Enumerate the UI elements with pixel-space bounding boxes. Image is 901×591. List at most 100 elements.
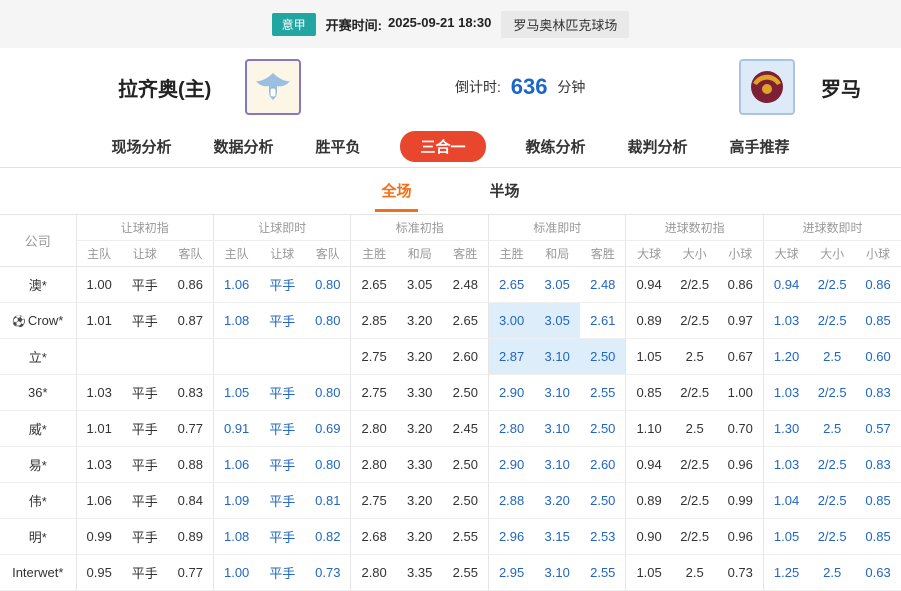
odds-cell: 1.05 [213, 375, 259, 411]
sub-tab-half-match[interactable]: 半场 [484, 170, 526, 212]
nav-tab-live-analysis[interactable]: 现场分析 [109, 132, 173, 161]
group-header: 进球数初指 [626, 215, 763, 241]
odds-cell: 0.70 [718, 411, 764, 447]
group-header: 让球即时 [213, 215, 350, 241]
odds-cell: 2/2.5 [809, 519, 855, 555]
company-name[interactable]: 澳* [0, 267, 76, 303]
odds-cell: 2.50 [443, 375, 489, 411]
nav-tab-three-in-one[interactable]: 三合一 [400, 131, 485, 162]
odds-row: 易*1.03平手0.881.06平手0.802.803.302.502.903.… [0, 447, 901, 483]
odds-cell: 2.48 [443, 267, 489, 303]
sub-tab-full-match[interactable]: 全场 [375, 170, 417, 212]
odds-cell: 2.65 [443, 303, 489, 339]
nav-tab-coach-analysis[interactable]: 教练分析 [524, 132, 588, 161]
odds-cell: 2.80 [351, 447, 397, 483]
odds-cell: 3.35 [397, 555, 443, 591]
odds-cell: 0.85 [855, 519, 901, 555]
sub-header: 大小 [672, 241, 718, 267]
kickoff-info: 开赛时间: 2025-09-21 18:30 [326, 15, 492, 34]
sub-header: 让球 [259, 241, 305, 267]
odds-cell: 0.77 [168, 555, 214, 591]
company-name[interactable]: Interwet* [0, 555, 76, 591]
odds-cell: 2/2.5 [809, 267, 855, 303]
home-team-name: 拉齐奥(主) [118, 73, 211, 102]
away-team-name: 罗马 [821, 73, 861, 102]
odds-cell: 1.20 [763, 339, 809, 375]
nav-tab-data-analysis[interactable]: 数据分析 [211, 132, 275, 161]
company-name[interactable]: 易* [0, 447, 76, 483]
odds-cell: 1.25 [763, 555, 809, 591]
odds-cell: 0.81 [305, 483, 351, 519]
sub-header: 让球 [122, 241, 168, 267]
odds-cell: 2/2.5 [809, 447, 855, 483]
odds-cell: 2.55 [443, 519, 489, 555]
company-name[interactable]: 立* [0, 339, 76, 375]
odds-cell: 平手 [259, 519, 305, 555]
odds-cell: 2.5 [809, 339, 855, 375]
company-name[interactable]: 威* [0, 411, 76, 447]
odds-cell: 3.10 [534, 339, 580, 375]
odds-cell: 2.53 [580, 519, 626, 555]
sub-header-row: 主队让球客队主队让球客队主胜和局客胜主胜和局客胜大球大小小球大球大小小球 [0, 241, 901, 267]
company-name[interactable]: ⚽Crow* [0, 303, 76, 339]
company-name[interactable]: 明* [0, 519, 76, 555]
odds-cell: 2.75 [351, 483, 397, 519]
odds-cell: 平手 [259, 375, 305, 411]
odds-cell: 0.73 [305, 555, 351, 591]
team-header: 拉齐奥(主) 倒计时: 636 分钟 罗马 [0, 48, 901, 126]
odds-cell [76, 339, 122, 375]
odds-cell: 2.90 [488, 375, 534, 411]
sub-header: 客胜 [580, 241, 626, 267]
odds-cell: 3.10 [534, 555, 580, 591]
odds-cell: 0.60 [855, 339, 901, 375]
odds-cell: 3.10 [534, 375, 580, 411]
nav-tab-win-draw-loss[interactable]: 胜平负 [313, 132, 362, 161]
match-info-bar: 意甲 开赛时间: 2025-09-21 18:30 罗马奥林匹克球场 [0, 0, 901, 48]
odds-cell: 0.82 [305, 519, 351, 555]
company-column-header: 公司 [0, 215, 76, 267]
odds-cell: 平手 [259, 267, 305, 303]
odds-table-body: 澳*1.00平手0.861.06平手0.802.653.052.482.653.… [0, 267, 901, 591]
odds-cell: 1.05 [626, 555, 672, 591]
sub-header: 主队 [76, 241, 122, 267]
odds-cell: 2.5 [672, 339, 718, 375]
company-name[interactable]: 36* [0, 375, 76, 411]
odds-cell: 0.94 [626, 267, 672, 303]
sub-header: 和局 [534, 241, 580, 267]
odds-cell: 平手 [259, 447, 305, 483]
odds-cell: 0.80 [305, 267, 351, 303]
odds-cell: 2.90 [488, 447, 534, 483]
odds-cell: 1.05 [763, 519, 809, 555]
odds-cell: 3.05 [534, 303, 580, 339]
company-name[interactable]: 伟* [0, 483, 76, 519]
nav-tabs: 现场分析 数据分析 胜平负 三合一 教练分析 裁判分析 高手推荐 [0, 126, 901, 168]
odds-cell: 3.20 [397, 483, 443, 519]
odds-cell: 1.01 [76, 303, 122, 339]
odds-cell: 1.00 [718, 375, 764, 411]
odds-cell: 1.08 [213, 519, 259, 555]
nav-tab-expert-picks[interactable]: 高手推荐 [728, 132, 792, 161]
odds-cell: 0.94 [763, 267, 809, 303]
odds-cell: 平手 [122, 375, 168, 411]
sub-header: 主胜 [488, 241, 534, 267]
odds-cell: 2.65 [351, 267, 397, 303]
away-team-logo [739, 59, 795, 115]
odds-cell [122, 339, 168, 375]
kickoff-time: 2025-09-21 18:30 [388, 15, 491, 34]
odds-cell: 3.05 [397, 267, 443, 303]
odds-cell: 2/2.5 [672, 519, 718, 555]
odds-cell: 0.96 [718, 519, 764, 555]
odds-cell: 1.10 [626, 411, 672, 447]
nav-tab-referee-analysis[interactable]: 裁判分析 [626, 132, 690, 161]
odds-cell: 1.04 [763, 483, 809, 519]
odds-table: 公司让球初指让球即时标准初指标准即时进球数初指进球数即时 主队让球客队主队让球客… [0, 214, 901, 591]
odds-cell: 0.67 [718, 339, 764, 375]
odds-cell: 平手 [122, 483, 168, 519]
odds-cell: 0.83 [855, 447, 901, 483]
odds-cell: 2.48 [580, 267, 626, 303]
odds-cell: 0.87 [168, 303, 214, 339]
odds-cell: 2/2.5 [672, 375, 718, 411]
odds-cell: 2/2.5 [809, 303, 855, 339]
odds-cell: 平手 [122, 411, 168, 447]
odds-cell: 2.61 [580, 303, 626, 339]
